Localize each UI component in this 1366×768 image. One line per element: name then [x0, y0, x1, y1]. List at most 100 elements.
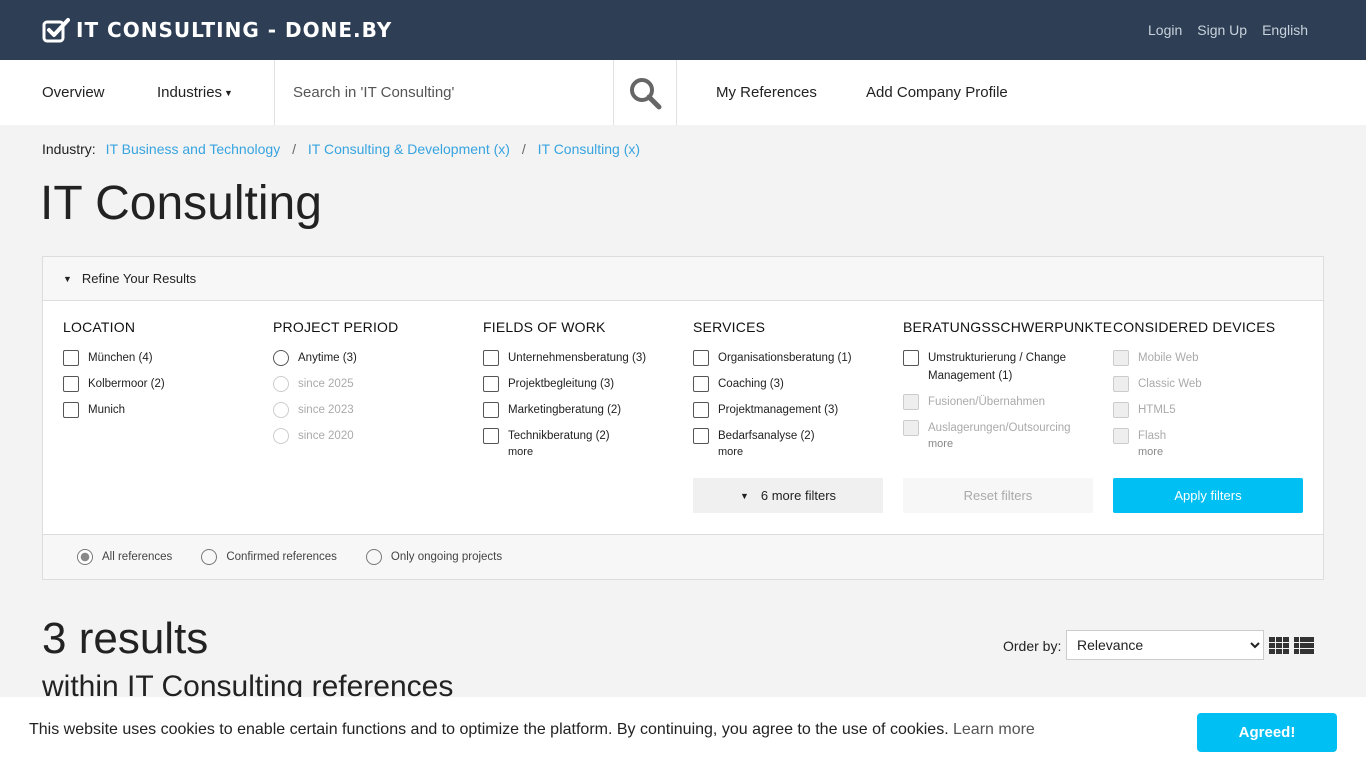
- option-label: Unternehmensberatung (3): [508, 352, 647, 364]
- checkbox[interactable]: [63, 376, 79, 392]
- checkbox[interactable]: [903, 350, 919, 366]
- checkbox[interactable]: [693, 402, 709, 418]
- order-by-select[interactable]: Relevance: [1066, 630, 1264, 660]
- checkbox[interactable]: [693, 376, 709, 392]
- nav-industries[interactable]: Industries ▼: [157, 84, 233, 101]
- filter-option: Auslagerungen/Outsourcing: [903, 419, 1098, 437]
- filter-option[interactable]: Bedarfsanalyse (2): [693, 427, 893, 445]
- option-label: Classic Web: [1138, 378, 1202, 390]
- radio[interactable]: [273, 350, 289, 366]
- radio[interactable]: [77, 549, 93, 565]
- option-label: München (4): [88, 352, 153, 364]
- breadcrumb-item[interactable]: IT Consulting & Development (x): [308, 141, 510, 157]
- checkbox[interactable]: [483, 350, 499, 366]
- filter-title: PROJECT PERIOD: [273, 319, 399, 335]
- refine-results-toggle[interactable]: ▼ Refine Your Results: [43, 257, 1323, 301]
- radio[interactable]: [201, 549, 218, 565]
- checkbox: [1113, 428, 1129, 444]
- breadcrumb-item[interactable]: IT Consulting (x): [538, 141, 640, 157]
- breadcrumb-item[interactable]: IT Business and Technology: [106, 141, 281, 157]
- search-icon: [630, 77, 662, 109]
- option-label: Munich: [88, 404, 126, 416]
- more-link[interactable]: more: [508, 446, 683, 458]
- nav-add-company-profile[interactable]: Add Company Profile: [866, 84, 1008, 101]
- reference-type-option[interactable]: Confirmed references: [201, 549, 337, 565]
- filter-option[interactable]: Technikberatung (2): [483, 427, 683, 445]
- nav-overview[interactable]: Overview: [42, 84, 105, 101]
- brand-logo[interactable]: IT CONSULTING - DONE.BY: [42, 17, 392, 43]
- checkbox: [903, 394, 919, 410]
- checkbox[interactable]: [483, 376, 499, 392]
- nav-my-references[interactable]: My References: [716, 84, 817, 101]
- checkbox[interactable]: [483, 428, 499, 444]
- filter-option[interactable]: Umstrukturierung / Change Management (1): [903, 349, 1098, 385]
- option-label: Coaching (3): [718, 378, 784, 390]
- search-input[interactable]: [275, 60, 613, 125]
- radio[interactable]: [365, 549, 382, 565]
- grid-view-icon[interactable]: [1269, 637, 1289, 654]
- checkbox[interactable]: [693, 350, 709, 366]
- more-link[interactable]: more: [1138, 446, 1313, 458]
- search-box: [274, 60, 614, 125]
- apply-filters-button[interactable]: Apply filters: [1113, 478, 1303, 513]
- filter-option[interactable]: Kolbermoor (2): [63, 375, 263, 393]
- filter-option[interactable]: Projektbegleitung (3): [483, 375, 683, 393]
- checkbox[interactable]: [63, 402, 79, 418]
- reference-type-option[interactable]: Only ongoing projects: [365, 549, 502, 565]
- filter-option: Mobile Web: [1113, 349, 1313, 367]
- reference-type-filter: All references Confirmed references Only…: [43, 534, 1323, 579]
- chevron-down-icon: ▼: [739, 490, 749, 501]
- filter-project-period: PROJECT PERIOD Anytime (3) since 2025 si…: [273, 319, 473, 453]
- main-nav: Overview Industries▼ My References Add C…: [0, 60, 1366, 125]
- checkbox: [1113, 376, 1129, 392]
- order-by-label: Order by:: [1003, 638, 1062, 654]
- more-link[interactable]: more: [928, 438, 1098, 450]
- filter-option[interactable]: Anytime (3): [273, 349, 473, 367]
- filter-beratungsschwerpunkte: BERATUNGSSCHWERPUNKTE Umstrukturierung /…: [903, 319, 1113, 450]
- caret-down-icon: ▼: [224, 88, 233, 99]
- option-label: Projektbegleitung (3): [508, 378, 615, 390]
- filter-option[interactable]: Coaching (3): [693, 375, 893, 393]
- list-view-icon[interactable]: [1294, 637, 1314, 654]
- language-link[interactable]: English: [1262, 22, 1308, 38]
- cookie-learn-more-link[interactable]: Learn more: [953, 721, 1035, 739]
- reference-type-option[interactable]: All references: [77, 549, 172, 565]
- breadcrumb: Industry: IT Business and Technology / I…: [42, 141, 640, 157]
- login-link[interactable]: Login: [1148, 22, 1182, 38]
- top-bar: IT CONSULTING - DONE.BY Login Sign Up En…: [0, 0, 1366, 60]
- cookie-agree-button[interactable]: Agreed!: [1197, 713, 1337, 752]
- filter-fields-of-work: FIELDS OF WORK Unternehmensberatung (3) …: [483, 319, 683, 458]
- breadcrumb-separator: /: [292, 141, 296, 157]
- filter-option: Classic Web: [1113, 375, 1313, 393]
- checkbox-check-icon: [42, 18, 70, 43]
- more-link[interactable]: more: [718, 446, 893, 458]
- more-filters-button[interactable]: ▼ 6 more filters: [693, 478, 883, 513]
- option-label: HTML5: [1138, 404, 1176, 416]
- filter-option[interactable]: Organisationsberatung (1): [693, 349, 893, 367]
- filter-option[interactable]: Marketingberatung (2): [483, 401, 683, 419]
- option-label: Technikberatung (2): [508, 430, 610, 442]
- filter-considered-devices: CONSIDERED DEVICES Mobile Web Classic We…: [1113, 319, 1313, 458]
- filter-option[interactable]: Projektmanagement (3): [693, 401, 893, 419]
- refine-results-label: Refine Your Results: [81, 271, 197, 286]
- filter-option[interactable]: München (4): [63, 349, 263, 367]
- checkbox[interactable]: [693, 428, 709, 444]
- signup-link[interactable]: Sign Up: [1197, 22, 1247, 38]
- option-label: Anytime (3): [298, 352, 357, 364]
- filter-option[interactable]: Munich: [63, 401, 263, 419]
- filter-services: SERVICES Organisationsberatung (1) Coach…: [693, 319, 893, 458]
- reset-filters-button[interactable]: Reset filters: [903, 478, 1093, 513]
- option-label: Marketingberatung (2): [508, 404, 622, 416]
- filter-option: since 2023: [273, 401, 473, 419]
- search-button[interactable]: [614, 60, 677, 125]
- checkbox: [903, 420, 919, 436]
- checkbox[interactable]: [483, 402, 499, 418]
- top-links: Login Sign Up English: [1148, 22, 1308, 38]
- filter-title: BERATUNGSSCHWERPUNKTE: [903, 319, 1113, 335]
- checkbox[interactable]: [63, 350, 79, 366]
- filter-option[interactable]: Unternehmensberatung (3): [483, 349, 683, 367]
- results-count: 3 results: [42, 614, 209, 663]
- option-label: since 2020: [298, 430, 354, 442]
- option-label: Bedarfsanalyse (2): [718, 430, 815, 442]
- radio: [273, 428, 289, 444]
